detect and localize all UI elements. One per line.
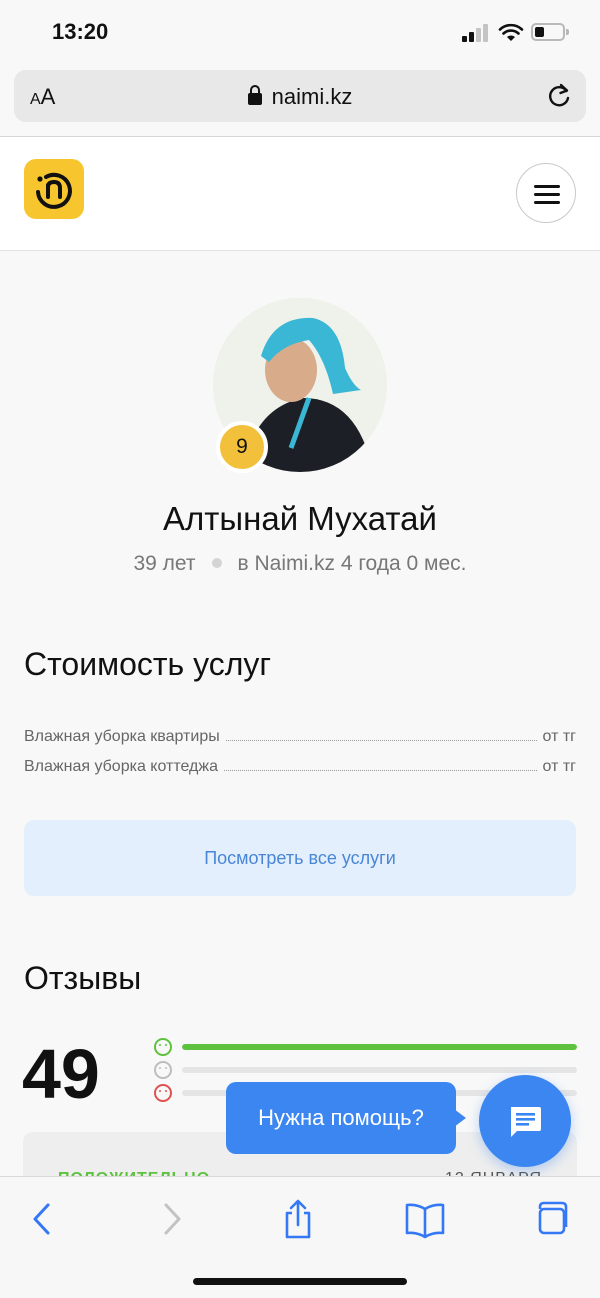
site-header [0, 137, 600, 251]
profile-age: 39 лет [133, 552, 196, 575]
address-bar[interactable]: AA naimi.kz [14, 70, 586, 122]
status-time: 13:20 [52, 19, 109, 44]
all-services-button[interactable]: Посмотреть все услуги [24, 820, 576, 896]
forward-icon[interactable] [150, 1197, 194, 1241]
positive-face-icon [154, 1038, 172, 1056]
wifi-icon [498, 23, 524, 41]
positive-bar [182, 1044, 577, 1050]
chat-icon [511, 1107, 541, 1137]
lock-icon [247, 85, 262, 105]
profile-meta: 39 лет в Naimi.kz 4 года 0 мес. [0, 552, 600, 576]
services-title: Стоимость услуг [24, 646, 272, 682]
service-price: от тг [542, 728, 576, 745]
separator-dot [211, 558, 222, 568]
logo-icon[interactable] [24, 159, 84, 219]
menu-icon [534, 185, 560, 188]
service-row: Влажная уборка коттеджа от тг [24, 752, 576, 776]
review-score: 49 [22, 1035, 100, 1113]
status-bar: 13:20 [0, 0, 600, 64]
bookmarks-icon[interactable] [403, 1197, 447, 1241]
tabs-icon[interactable] [530, 1197, 574, 1241]
chat-button[interactable] [479, 1075, 571, 1167]
service-price: от тг [542, 758, 576, 775]
share-icon[interactable] [276, 1197, 320, 1241]
battery-icon [531, 23, 569, 41]
service-row: Влажная уборка квартиры от тг [24, 722, 576, 746]
negative-face-icon [154, 1084, 172, 1102]
profile-tenure: в Naimi.kz 4 года 0 мес. [237, 552, 467, 575]
url-field[interactable]: naimi.kz [14, 84, 586, 110]
reload-icon[interactable] [546, 82, 572, 110]
back-icon[interactable] [20, 1197, 64, 1241]
rank-badge: 9 [216, 421, 268, 473]
neutral-face-icon [154, 1061, 172, 1079]
menu-button[interactable] [516, 163, 576, 223]
neutral-bar [182, 1067, 577, 1073]
profile-name: Алтынай Мухатай [163, 500, 437, 537]
home-indicator [193, 1278, 407, 1285]
url-text: naimi.kz [271, 84, 353, 109]
help-tooltip[interactable]: Нужна помощь? [226, 1082, 466, 1154]
service-name: Влажная уборка коттеджа [24, 758, 218, 775]
service-name: Влажная уборка квартиры [24, 728, 220, 745]
cellular-signal-icon [462, 24, 490, 42]
reviews-title: Отзывы [24, 960, 142, 996]
